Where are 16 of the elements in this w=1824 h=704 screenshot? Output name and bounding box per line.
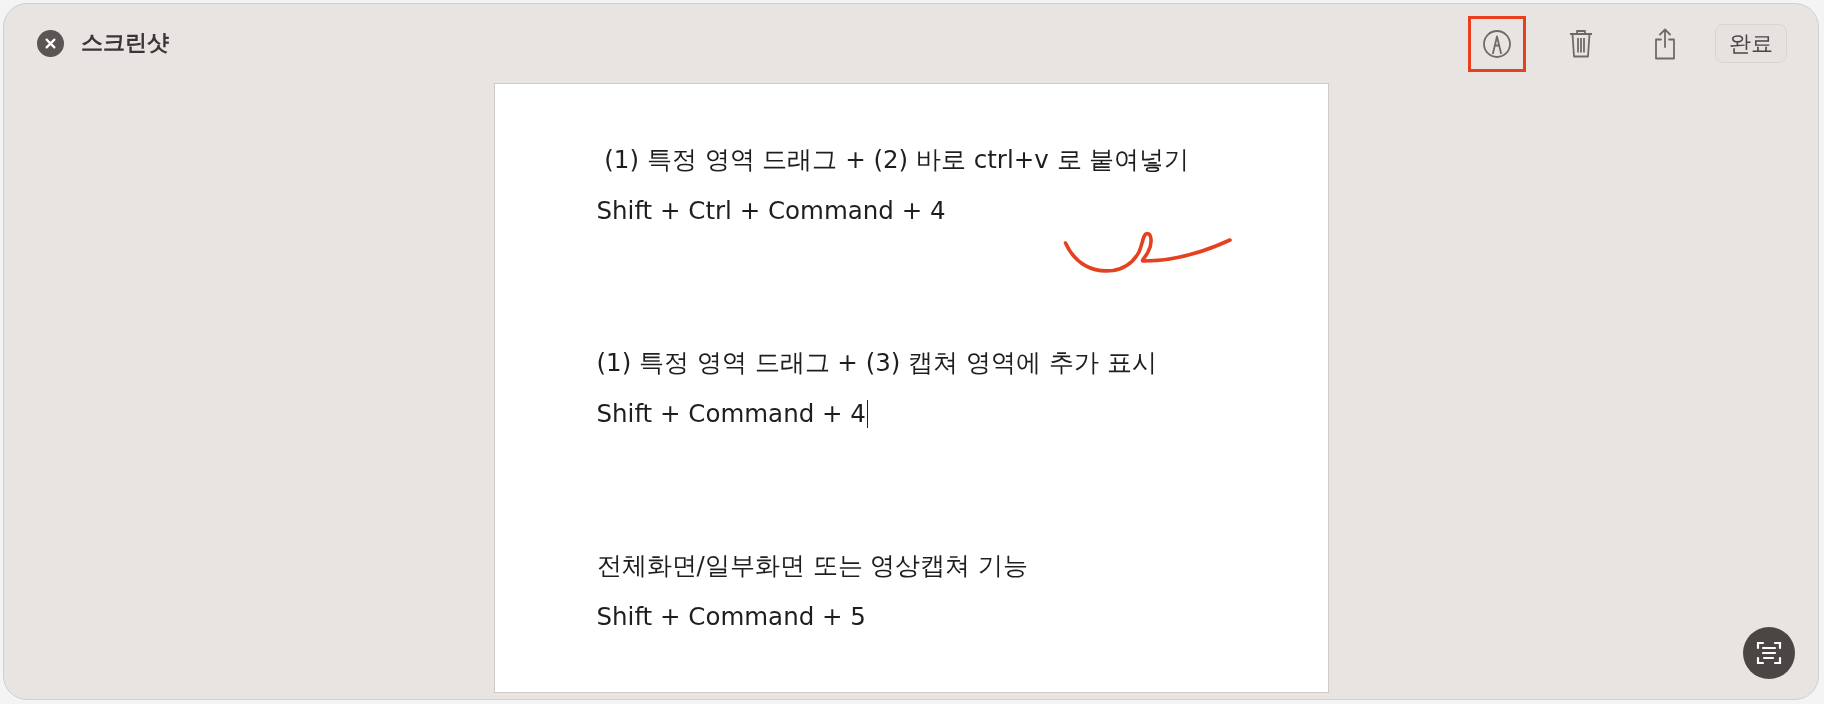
window-title: 스크린샷 (81, 30, 169, 57)
share-icon (1653, 27, 1677, 60)
done-button[interactable]: 완료 (1715, 24, 1787, 63)
close-icon (37, 30, 64, 57)
markup-button[interactable] (1468, 15, 1526, 72)
text-scan-icon (1743, 627, 1795, 679)
shortcut-text: Shift + Command + 5 (596, 601, 866, 633)
close-button[interactable] (37, 30, 64, 57)
live-text-button[interactable] (1743, 627, 1795, 679)
note-heading: 전체화면/일부화면 또는 영상캡쳐 기능 (596, 550, 1030, 582)
note-heading: (1) 특정 영역 드래그 + (2) 바로 ctrl+v 로 붙여넣기 (603, 144, 1191, 176)
shortcut-text: Shift + Ctrl + Command + 4 (596, 195, 946, 227)
markup-icon (1483, 29, 1511, 58)
shortcut-text: Shift + Command + 4 (596, 398, 866, 430)
trash-icon (1569, 29, 1593, 58)
note-heading: (1) 특정 영역 드래그 + (3) 캡쳐 영역에 추가 표시 (596, 347, 1158, 379)
